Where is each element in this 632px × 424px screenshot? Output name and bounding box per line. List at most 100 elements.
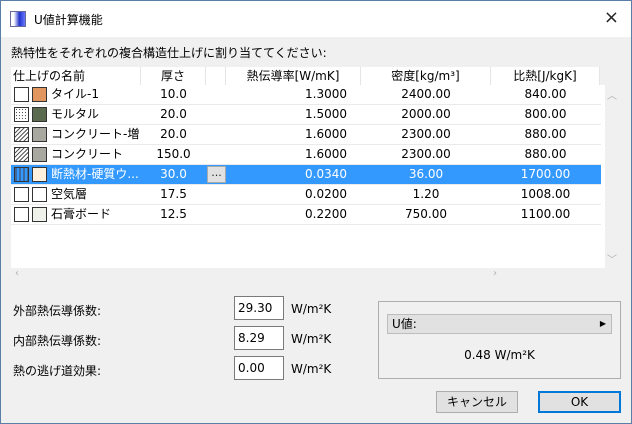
thermal-bridge-input[interactable]: 0.00 bbox=[234, 356, 284, 380]
expand-arrow-icon[interactable]: ▶ bbox=[600, 315, 606, 333]
header-conductivity[interactable]: 熱伝導率[W/mK] bbox=[226, 67, 361, 85]
conductivity-cell[interactable]: 1.3000 bbox=[226, 85, 361, 104]
scroll-up-icon[interactable]: ︿ bbox=[607, 87, 617, 102]
color-swatch[interactable] bbox=[32, 107, 47, 122]
header-specific-heat[interactable]: 比熱[J/kgK] bbox=[491, 67, 600, 85]
density-cell[interactable]: 1.20 bbox=[361, 185, 491, 204]
scroll-down-icon[interactable]: ﹀ bbox=[607, 251, 617, 266]
fill-pattern-swatch[interactable] bbox=[14, 167, 29, 182]
exterior-coefficient-unit: W/m²K bbox=[291, 302, 332, 316]
vertical-scrollbar[interactable]: ︿ ﹀ bbox=[605, 85, 617, 268]
table-row[interactable]: 断熱材-硬質ウ... 30.0 ... 0.0340 36.00 1700.00 bbox=[11, 165, 601, 185]
table-row[interactable]: タイル-1 10.0 1.3000 2400.00 840.00 bbox=[11, 85, 601, 105]
more-cell bbox=[206, 105, 226, 124]
u-value-label: U値: bbox=[392, 317, 417, 331]
more-cell: ... bbox=[206, 165, 226, 184]
specific-heat-cell[interactable]: 880.00 bbox=[491, 125, 600, 144]
conductivity-cell[interactable]: 0.0340 bbox=[226, 165, 361, 184]
u-value-header[interactable]: U値: ▶ bbox=[387, 314, 612, 334]
thermal-bridge-label: 熱の逃げ道効果: bbox=[13, 364, 102, 378]
thickness-cell[interactable]: 17.5 bbox=[141, 185, 206, 204]
name-cell: タイル-1 bbox=[11, 85, 141, 104]
finish-name: 空気層 bbox=[51, 187, 88, 201]
density-cell[interactable]: 750.00 bbox=[361, 205, 491, 224]
finish-table: 仕上げの名前 厚さ 熱伝導率[W/mK] 密度[kg/m³] 比熱[J/kgK]… bbox=[11, 67, 617, 268]
finish-name: 石膏ボード bbox=[51, 207, 112, 221]
density-cell[interactable]: 2400.00 bbox=[361, 85, 491, 104]
color-swatch[interactable] bbox=[32, 87, 47, 102]
color-swatch[interactable] bbox=[32, 127, 47, 142]
thickness-cell[interactable]: 30.0 bbox=[141, 165, 206, 184]
scroll-left-icon[interactable]: ‹ bbox=[15, 268, 19, 279]
color-swatch[interactable] bbox=[32, 167, 47, 182]
thermal-bridge-unit: W/m²K bbox=[291, 362, 332, 376]
name-cell: コンクリート bbox=[11, 145, 141, 164]
close-icon[interactable]: × bbox=[604, 7, 619, 28]
color-swatch[interactable] bbox=[32, 187, 47, 202]
conductivity-cell[interactable]: 1.5000 bbox=[226, 105, 361, 124]
fill-pattern-swatch[interactable] bbox=[14, 87, 29, 102]
window-title: U値計算機能 bbox=[34, 13, 103, 27]
app-icon bbox=[10, 11, 26, 27]
name-cell: コンクリート-増し... bbox=[11, 125, 141, 144]
fill-pattern-swatch[interactable] bbox=[14, 207, 29, 222]
horizontal-scrollbar[interactable]: ‹ › bbox=[11, 268, 501, 282]
table-row[interactable]: 空気層 17.5 0.0200 1.20 1008.00 bbox=[11, 185, 601, 205]
interior-coefficient-input[interactable]: 8.29 bbox=[234, 326, 284, 350]
name-cell: モルタル bbox=[11, 105, 141, 124]
header-density[interactable]: 密度[kg/m³] bbox=[361, 67, 491, 85]
table-row[interactable]: コンクリート-増し... 20.0 1.6000 2300.00 880.00 bbox=[11, 125, 601, 145]
table-row[interactable]: モルタル 20.0 1.5000 2000.00 800.00 bbox=[11, 105, 601, 125]
color-swatch[interactable] bbox=[32, 147, 47, 162]
header-blank bbox=[206, 67, 226, 85]
conductivity-cell[interactable]: 1.6000 bbox=[226, 145, 361, 164]
fill-pattern-swatch[interactable] bbox=[14, 127, 29, 142]
thickness-cell[interactable]: 20.0 bbox=[141, 105, 206, 124]
density-cell[interactable]: 2000.00 bbox=[361, 105, 491, 124]
cancel-button[interactable]: キャンセル bbox=[436, 391, 518, 413]
scroll-right-icon[interactable]: › bbox=[493, 268, 497, 279]
exterior-coefficient-label: 外部熱伝導係数: bbox=[13, 304, 102, 318]
ok-button[interactable]: OK bbox=[538, 391, 621, 413]
u-value-panel: U値: ▶ 0.48 W/m²K bbox=[378, 301, 621, 379]
more-button[interactable]: ... bbox=[207, 166, 226, 183]
fill-pattern-swatch[interactable] bbox=[14, 107, 29, 122]
specific-heat-cell[interactable]: 800.00 bbox=[491, 105, 600, 124]
name-cell: 石膏ボード bbox=[11, 205, 141, 224]
more-cell bbox=[206, 185, 226, 204]
thickness-cell[interactable]: 12.5 bbox=[141, 205, 206, 224]
more-cell bbox=[206, 145, 226, 164]
thickness-cell[interactable]: 10.0 bbox=[141, 85, 206, 104]
conductivity-cell[interactable]: 0.0200 bbox=[226, 185, 361, 204]
color-swatch[interactable] bbox=[32, 207, 47, 222]
fill-pattern-swatch[interactable] bbox=[14, 187, 29, 202]
instruction-text: 熱特性をそれぞれの複合構造仕上げに割り当ててください: bbox=[11, 46, 327, 60]
finish-name: モルタル bbox=[51, 107, 100, 121]
finish-name: コンクリート bbox=[51, 147, 124, 161]
thickness-cell[interactable]: 150.0 bbox=[141, 145, 206, 164]
name-cell: 断熱材-硬質ウ... bbox=[11, 165, 141, 184]
fill-pattern-swatch[interactable] bbox=[14, 147, 29, 162]
density-cell[interactable]: 36.00 bbox=[361, 165, 491, 184]
thickness-cell[interactable]: 20.0 bbox=[141, 125, 206, 144]
finish-name: コンクリート-増し... bbox=[51, 127, 141, 141]
conductivity-cell[interactable]: 0.2200 bbox=[226, 205, 361, 224]
header-name[interactable]: 仕上げの名前 bbox=[11, 67, 141, 85]
table-row[interactable]: コンクリート 150.0 1.6000 2300.00 880.00 bbox=[11, 145, 601, 165]
density-cell[interactable]: 2300.00 bbox=[361, 145, 491, 164]
more-cell bbox=[206, 85, 226, 104]
specific-heat-cell[interactable]: 880.00 bbox=[491, 145, 600, 164]
specific-heat-cell[interactable]: 840.00 bbox=[491, 85, 600, 104]
header-thickness[interactable]: 厚さ bbox=[141, 67, 206, 85]
table-header: 仕上げの名前 厚さ 熱伝導率[W/mK] 密度[kg/m³] 比熱[J/kgK] bbox=[11, 67, 600, 85]
density-cell[interactable]: 2300.00 bbox=[361, 125, 491, 144]
finish-name: タイル-1 bbox=[51, 87, 99, 101]
exterior-coefficient-input[interactable]: 29.30 bbox=[234, 296, 284, 320]
specific-heat-cell[interactable]: 1700.00 bbox=[491, 165, 600, 184]
specific-heat-cell[interactable]: 1008.00 bbox=[491, 185, 600, 204]
table-row[interactable]: 石膏ボード 12.5 0.2200 750.00 1100.00 bbox=[11, 205, 601, 225]
conductivity-cell[interactable]: 1.6000 bbox=[226, 125, 361, 144]
specific-heat-cell[interactable]: 1100.00 bbox=[491, 205, 600, 224]
interior-coefficient-label: 内部熱伝導係数: bbox=[13, 334, 102, 348]
finish-name: 断熱材-硬質ウ... bbox=[51, 167, 139, 181]
